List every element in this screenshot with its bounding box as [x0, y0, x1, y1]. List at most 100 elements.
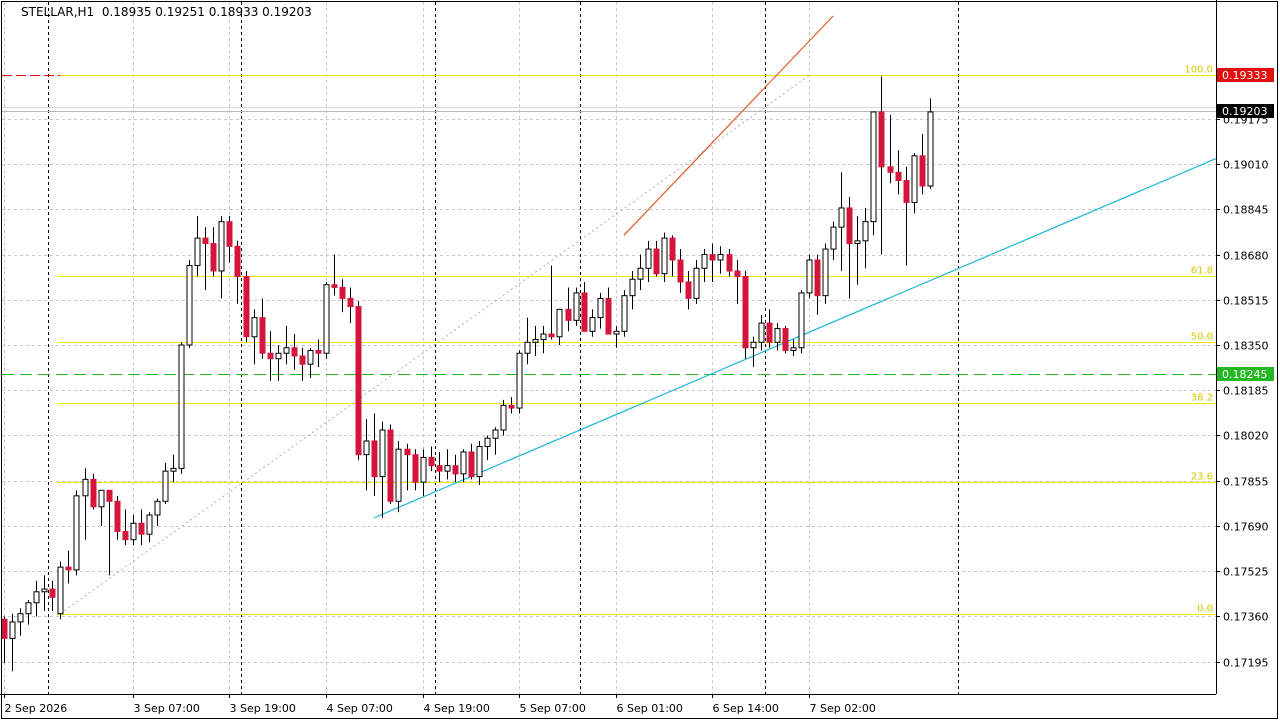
candle: [870, 111, 877, 236]
x-tick-label: 2 Sep 2026: [5, 702, 68, 715]
candle-body-bear: [452, 465, 459, 475]
fib-level-label: 0.0: [1197, 604, 1213, 615]
candlestick-chart[interactable]: 100.0 61.8 50.0 38.2 23.6 0.0 0.17195 0.17360 0…: [0, 0, 1280, 720]
fib-level-label: 23.6: [1191, 472, 1213, 483]
candle: [516, 350, 523, 414]
candle-body-bull: [275, 352, 282, 360]
candle-body-bull: [41, 588, 48, 593]
candle-body-bull: [629, 278, 636, 297]
x-tick-label: 6 Sep 01:00: [617, 702, 683, 715]
candle-body-bear: [355, 306, 362, 456]
y-tick-label: 0.17525: [1223, 566, 1269, 579]
candle-body-bull: [645, 248, 652, 269]
candle-body-bull: [476, 445, 483, 478]
y-tick-label: 0.17195: [1223, 657, 1269, 670]
candle-body-bull: [484, 437, 491, 447]
candle-body-bull: [613, 330, 620, 335]
candle-body-bull: [162, 470, 169, 502]
candle-body-bear: [565, 308, 572, 321]
chart-area[interactable]: 100.0 61.8 50.0 38.2 23.6 0.0 0.17195 0.17360 0…: [0, 0, 1280, 720]
symbol-label: STELLAR,H1: [21, 5, 95, 19]
candle-body-bull: [194, 237, 201, 267]
candle-body-bear: [548, 333, 555, 338]
candle-body-bull: [540, 333, 547, 341]
candle-body-bull: [806, 259, 813, 294]
candle: [927, 98, 934, 189]
candle: [573, 287, 580, 326]
candle-body-bear: [371, 440, 378, 478]
candle-body-bear: [114, 500, 121, 532]
candle-body-bear: [508, 404, 515, 409]
candle-body-bear: [653, 248, 660, 275]
candle-body-bear: [339, 286, 346, 299]
candle-body-bear: [412, 454, 419, 483]
candle-body-bear: [903, 180, 910, 203]
candle: [243, 270, 250, 343]
candle-body-bull: [17, 613, 24, 623]
candle: [782, 325, 789, 354]
y-tick-label: 0.17690: [1223, 521, 1269, 534]
candle-body-bull: [307, 350, 314, 365]
y-tick-label: 0.17855: [1223, 476, 1269, 489]
candle: [500, 399, 507, 436]
candle-body-bear: [436, 465, 443, 472]
x-tick-label: 6 Sep 14:00: [713, 702, 779, 715]
candle-body-bull: [130, 522, 137, 541]
candle-body-bull: [927, 111, 934, 187]
candle-body-bull: [661, 237, 668, 275]
candle-body-bull: [758, 322, 765, 343]
candle-body-bull: [170, 467, 177, 472]
candle-body-bear: [887, 166, 894, 173]
candle-body-bear: [331, 284, 338, 288]
candle-body-bear: [669, 237, 676, 261]
candle-body-bear: [766, 322, 773, 343]
candle-body-bull: [379, 429, 386, 478]
price-tag-label: 0.19203: [1222, 105, 1268, 118]
candle-body-bear: [243, 275, 250, 338]
candle-body-bull: [597, 297, 604, 319]
fib-level-label: 38.2: [1191, 393, 1213, 404]
ohlc-values: 0.18935 0.19251 0.18933 0.19203: [101, 5, 312, 19]
candle-body-bull: [516, 352, 523, 409]
candle-body-bull: [178, 344, 185, 469]
y-tick-label: 0.19010: [1223, 159, 1269, 172]
candle-body-bull: [283, 347, 290, 354]
price-tag-label: 0.18245: [1222, 368, 1268, 381]
candle-body-bull: [420, 456, 427, 483]
candle-body-bear: [846, 207, 853, 245]
candle-body-bull: [500, 404, 507, 431]
candle: [57, 561, 64, 620]
y-tick-label: 0.18680: [1223, 250, 1269, 263]
candle-body-bull: [862, 221, 869, 242]
y-tick-label: 0.18845: [1223, 204, 1269, 217]
candle-body-bull: [57, 566, 64, 615]
candle-body-bear: [919, 155, 926, 187]
candle-body-bear: [49, 588, 56, 598]
candle: [90, 473, 97, 510]
candle-body-bear: [895, 171, 902, 182]
x-tick-label: 3 Sep 07:00: [134, 702, 200, 715]
candle-body-bear: [259, 317, 266, 354]
candle-body-bull: [870, 111, 877, 223]
candle-body-bear: [677, 259, 684, 283]
candle-body-bear: [685, 281, 692, 299]
candle-body-bull: [774, 328, 781, 343]
candle-body-bear: [315, 350, 322, 354]
candle-body-bear: [347, 297, 354, 308]
candle-body-bull: [218, 221, 225, 272]
candle-body-bull: [532, 339, 539, 343]
candle: [742, 270, 749, 359]
x-tick-label: 4 Sep 19:00: [424, 702, 490, 715]
candle-body-bear: [387, 429, 394, 502]
candle-body-bear: [122, 530, 129, 541]
candle-body-bear: [428, 456, 435, 467]
candle-body-bear: [299, 355, 306, 365]
candle-body-bull: [822, 248, 829, 297]
candle-body-bear: [782, 328, 789, 352]
fib-level-label: 100.0: [1184, 65, 1213, 76]
candle: [621, 290, 628, 337]
candle-body-bull: [323, 284, 330, 354]
candle-body-bear: [90, 478, 97, 508]
candle-body-bull: [524, 341, 531, 354]
candle-body-bull: [589, 317, 596, 332]
